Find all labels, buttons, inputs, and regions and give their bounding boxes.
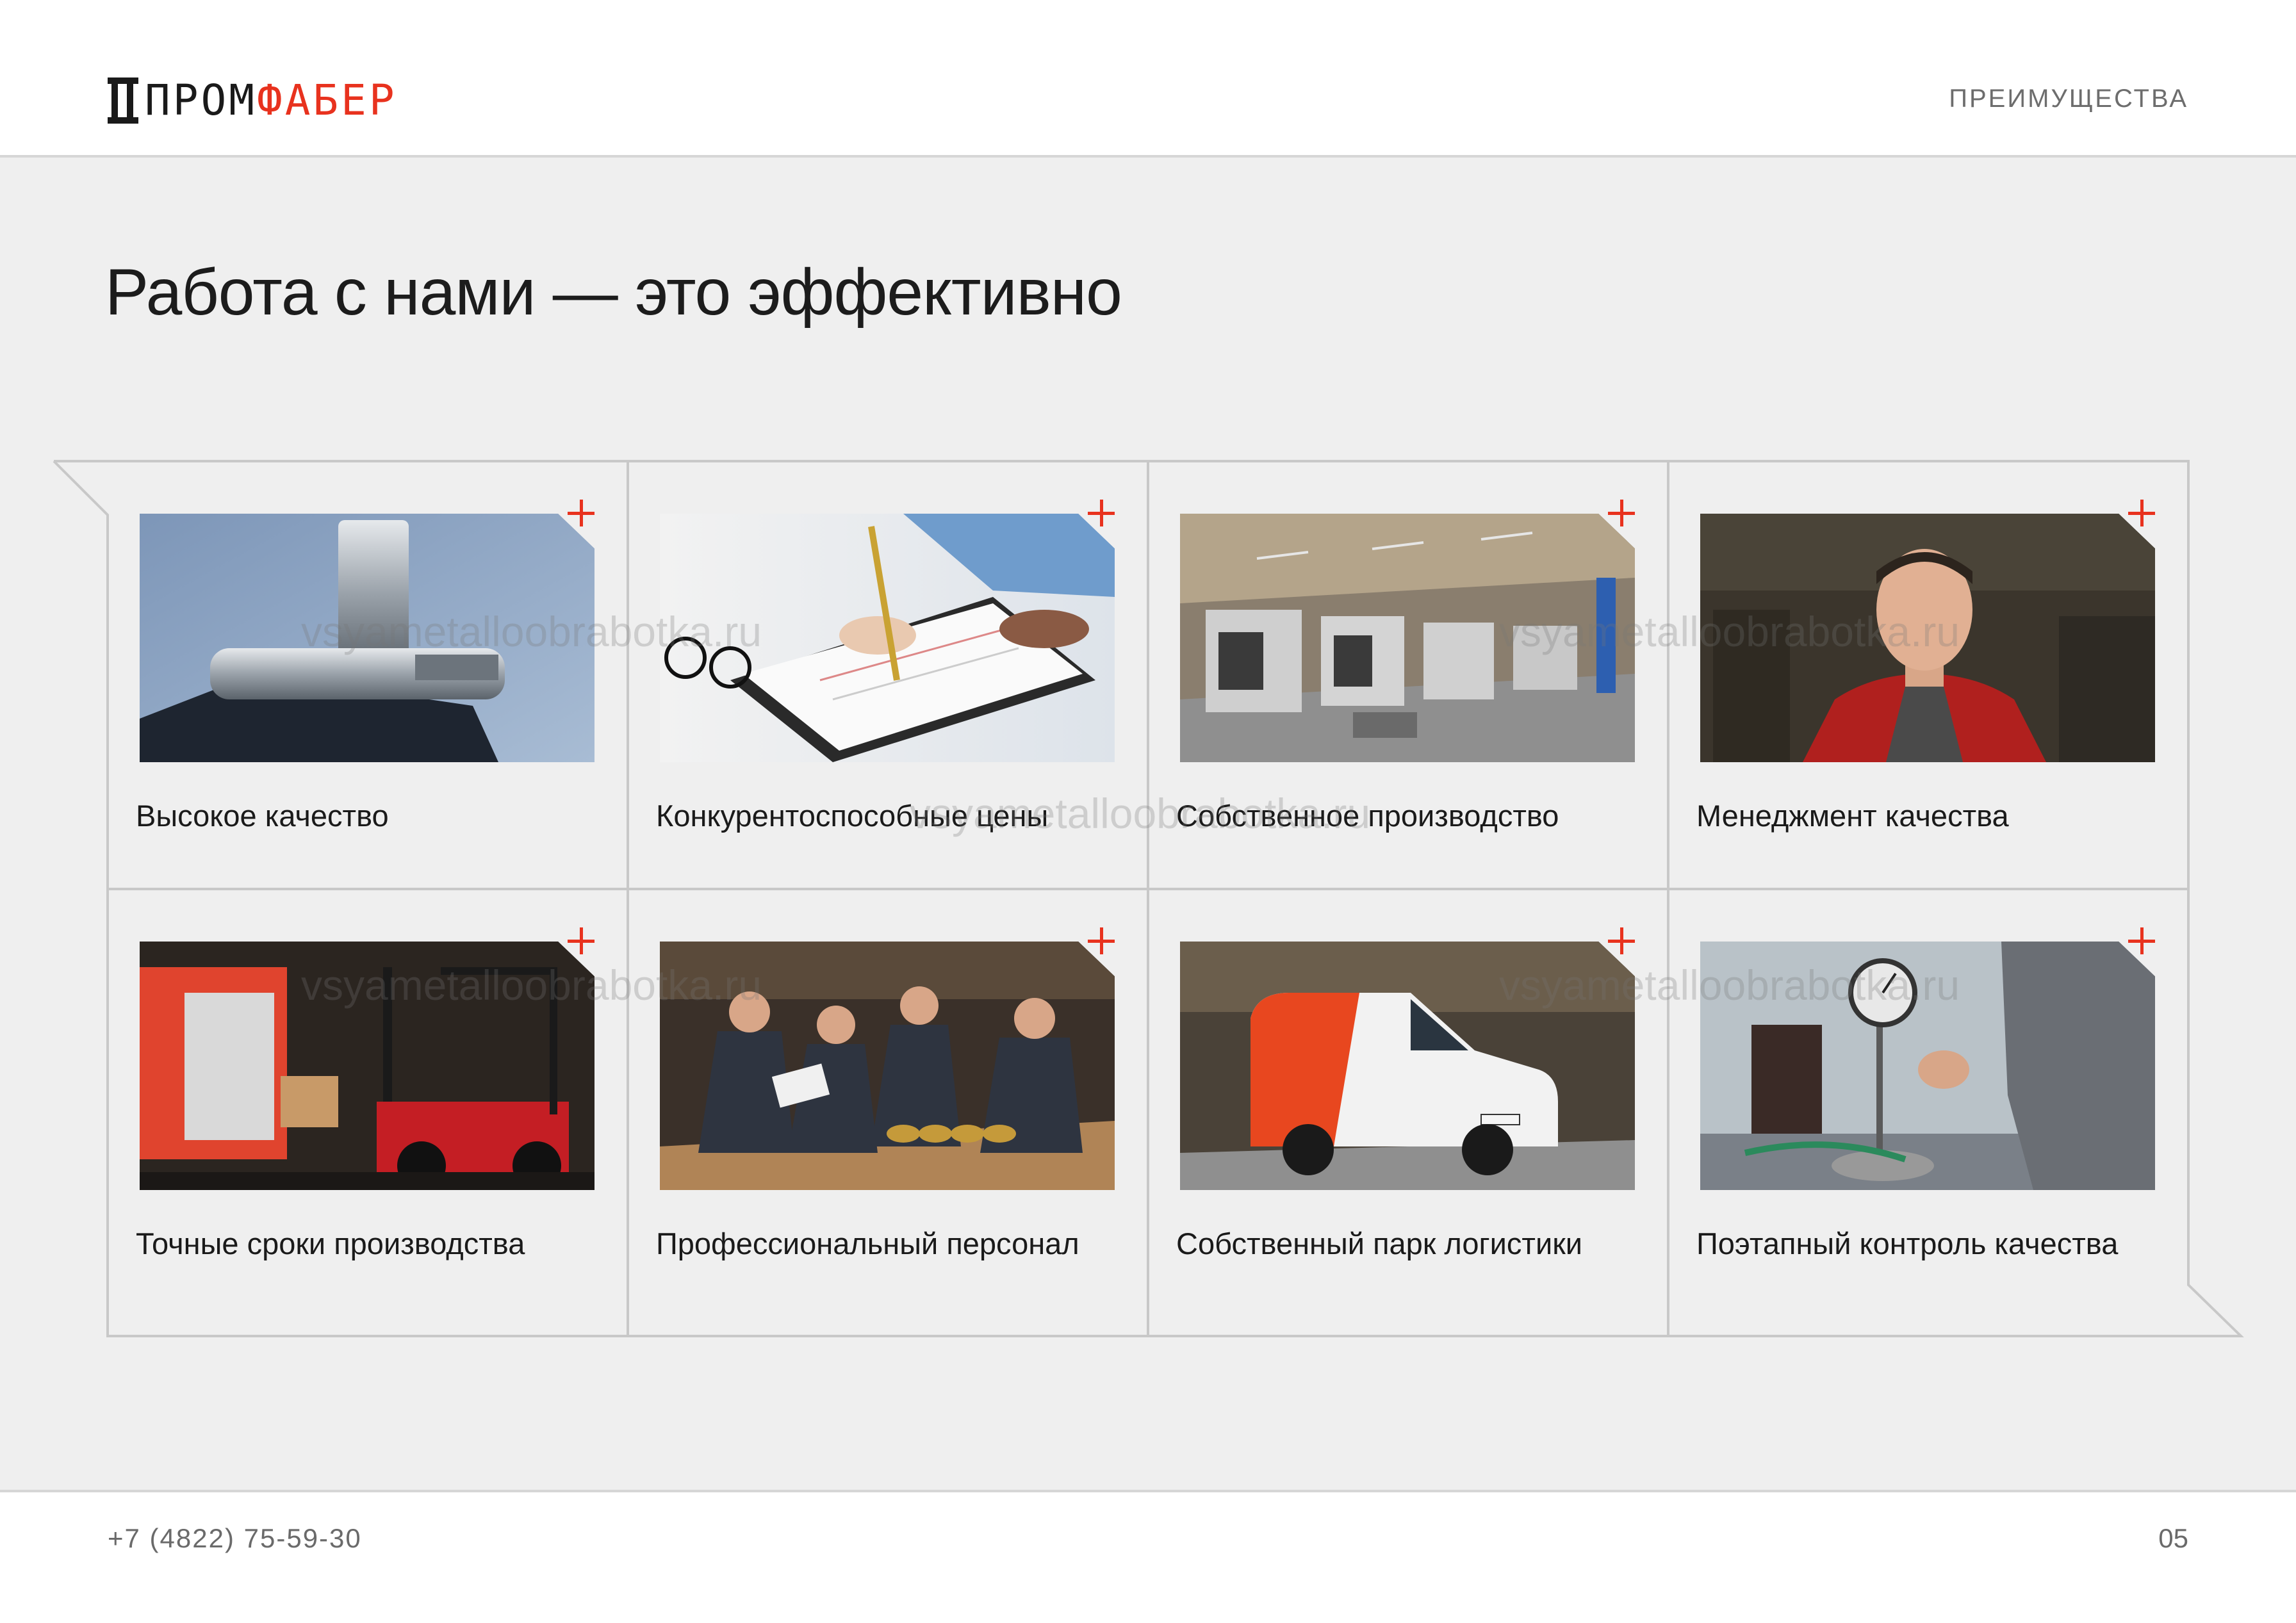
team-photo bbox=[660, 942, 1115, 1190]
plus-icon[interactable] bbox=[1608, 927, 1635, 954]
advantage-card-prices[interactable]: Конкурентоспособные цены bbox=[628, 461, 1148, 889]
card-label: Менеджмент качества bbox=[1696, 799, 2009, 833]
machined-part-photo bbox=[140, 514, 594, 762]
plus-icon[interactable] bbox=[1608, 500, 1635, 526]
plus-icon[interactable] bbox=[1088, 500, 1115, 526]
card-label: Собственное производство bbox=[1176, 799, 1559, 833]
page-number: 05 bbox=[2158, 1523, 2188, 1553]
advantage-card-management[interactable]: Менеджмент качества bbox=[1668, 461, 2188, 889]
signing-document-photo bbox=[660, 514, 1115, 762]
card-label: Высокое качество bbox=[136, 799, 389, 833]
advantage-card-quality[interactable]: Высокое качество bbox=[108, 461, 628, 889]
factory-floor-photo bbox=[1180, 514, 1635, 762]
plus-icon[interactable] bbox=[1088, 927, 1115, 954]
advantage-card-production[interactable]: Собственное производство bbox=[1148, 461, 1668, 889]
measuring-gauge-photo bbox=[1700, 942, 2155, 1190]
card-label: Точные сроки производства bbox=[136, 1227, 525, 1260]
advantage-card-logistics[interactable]: Собственный парк логистики bbox=[1148, 889, 1668, 1336]
card-label: Профессиональный персонал bbox=[656, 1227, 1079, 1260]
plus-icon[interactable] bbox=[2128, 927, 2155, 954]
page-footer: +7 (4822) 75-59-30 05 bbox=[0, 1490, 2296, 1623]
plus-icon[interactable] bbox=[2128, 500, 2155, 526]
company-van-photo bbox=[1180, 942, 1635, 1190]
phone-number[interactable]: +7 (4822) 75-59-30 bbox=[108, 1523, 362, 1554]
card-label: Собственный парк логистики bbox=[1176, 1227, 1583, 1260]
advantage-card-control[interactable]: Поэтапный контроль качества bbox=[1668, 889, 2188, 1336]
card-label: Поэтапный контроль качества bbox=[1696, 1227, 2119, 1260]
plus-icon[interactable] bbox=[568, 927, 594, 954]
plus-icon[interactable] bbox=[568, 500, 594, 526]
advantages-grid: Высокое качество Конкурентоспособные цен… bbox=[108, 461, 2188, 1336]
card-label: Конкурентоспособные цены bbox=[656, 799, 1049, 833]
worker-portrait-photo bbox=[1700, 514, 2155, 762]
forklift-van-photo bbox=[140, 942, 594, 1190]
advantage-card-deadlines[interactable]: Точные сроки производства bbox=[108, 889, 628, 1336]
advantage-card-staff[interactable]: Профессиональный персонал bbox=[628, 889, 1148, 1336]
